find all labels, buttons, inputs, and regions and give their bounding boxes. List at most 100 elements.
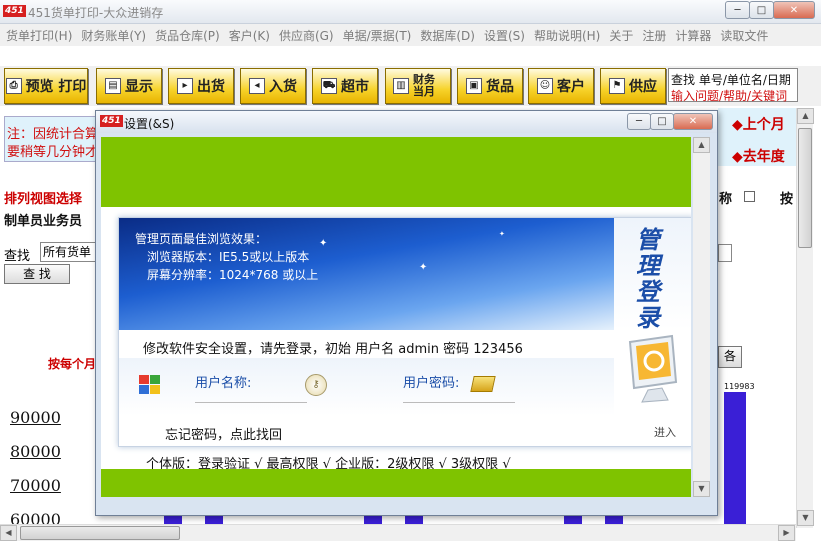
search-hint-help: 输入问题/帮助/关键词 (671, 89, 788, 103)
dialog-minimize-button[interactable]: ─ (627, 113, 651, 130)
menu-read-file[interactable]: 读取文件 (720, 27, 768, 44)
monthly-label: 按每个月 (48, 357, 97, 371)
minimize-button[interactable]: ─ (725, 1, 750, 19)
view-select-label: 排列视图选择 (4, 192, 83, 207)
press-label: 按 (780, 192, 794, 207)
menu-supplier[interactable]: 供应商(G) (279, 27, 334, 44)
name-checkbox[interactable] (744, 191, 755, 202)
scroll-down-icon[interactable]: ▼ (797, 510, 814, 526)
gift-box-icon: ▣ (466, 78, 482, 94)
username-label: 用户名称: (195, 376, 252, 391)
main-title-bar: 451 451货单打印-大众进销存 ─ □ ✕ (0, 0, 821, 24)
supplier-button[interactable]: ⚑ 供应 (600, 68, 666, 104)
dialog-close-button[interactable]: ✕ (673, 113, 713, 130)
star-icon: ✦ (319, 238, 328, 249)
scroll-thumb[interactable] (798, 128, 812, 248)
dialog-maximize-button[interactable]: □ (650, 113, 674, 130)
search-label: 查找 (4, 249, 31, 264)
password-label: 用户密码: (403, 376, 460, 391)
y-tick-label: 70000 (10, 476, 61, 495)
scroll-up-icon[interactable]: ▲ (693, 137, 710, 153)
scroll-up-icon[interactable]: ▲ (797, 108, 814, 124)
main-vertical-scrollbar[interactable]: ▲ ▼ (796, 108, 814, 528)
enter-area: 进入 (614, 330, 691, 446)
menu-calculator[interactable]: 计算器 (675, 27, 711, 44)
preview-print-button[interactable]: ⎙ 预览 打印 (4, 68, 88, 104)
menu-database[interactable]: 数据库(D) (420, 27, 475, 44)
password-input[interactable] (403, 402, 515, 403)
login-panel: ✦ ✦ ✦ 管理页面最佳浏览效果： 浏览器版本：IE5.5或以上版本 屏幕分辨率… (118, 217, 691, 447)
last-year-link[interactable]: ◆去年度 (732, 146, 785, 166)
menu-customer[interactable]: 客户(K) (229, 27, 270, 44)
side-input[interactable] (718, 244, 732, 262)
banner-browser: 浏览器版本：IE5.5或以上版本 (147, 250, 310, 264)
maximize-button[interactable]: □ (749, 1, 774, 19)
dialog-logo: 451 (100, 115, 123, 127)
search-button[interactable]: 查 找 (4, 264, 70, 284)
document-in-icon: ◂ (249, 78, 265, 94)
forgot-password-link[interactable]: 忘记密码，点此找回 (165, 424, 282, 443)
period-links: ◆上个月 ◆去年度 (718, 108, 800, 166)
menu-finance[interactable]: 财务账单(Y) (81, 27, 146, 44)
document-out-icon: ▸ (177, 78, 193, 94)
scroll-thumb[interactable] (20, 526, 180, 540)
dialog-vertical-scrollbar[interactable]: ▲ ▼ (693, 137, 710, 497)
y-tick-label: 90000 (10, 408, 61, 427)
banner-resolution: 屏幕分辨率：1024*768 或以上 (147, 268, 319, 282)
login-fields: 用户名称: ⚷ 用户密码: (119, 358, 614, 416)
chart-bar (724, 392, 746, 524)
dialog-content: ✦ ✦ ✦ 管理页面最佳浏览效果： 浏览器版本：IE5.5或以上版本 屏幕分辨率… (101, 137, 691, 497)
monitor-icon (628, 334, 678, 403)
settings-dialog: 451 设置(&S) ─ □ ✕ ✦ ✦ ✦ 管理页面最佳浏览效果： 浏览器版本… (95, 110, 718, 516)
scroll-down-icon[interactable]: ▼ (693, 481, 710, 497)
people-icon: ☺ (537, 78, 553, 94)
cart-icon: ⛟ (321, 78, 337, 94)
window-controls: ─ □ ✕ (725, 1, 815, 19)
app-logo: 451 (3, 5, 26, 17)
app-windows-icon (139, 375, 160, 394)
scroll-left-icon[interactable]: ◀ (0, 525, 17, 541)
main-horizontal-scrollbar[interactable]: ◀ ▶ (0, 524, 796, 541)
close-button[interactable]: ✕ (773, 1, 815, 19)
side-button[interactable]: 各 (718, 346, 742, 368)
bar-value-label: 119983 (724, 382, 755, 391)
finance-month-button[interactable]: ▥ 财务当月 (385, 68, 451, 104)
notice-panel: 注：因统计合算 要稍等几分钟才 (4, 116, 99, 162)
search-hint-order: 查找 单号/单位名/日期 (671, 73, 791, 87)
name-label: 称 (719, 192, 733, 207)
quick-search-box[interactable]: 查找 单号/单位名/日期 输入问题/帮助/关键词 (668, 68, 798, 103)
green-header-band (101, 137, 691, 207)
enter-button[interactable]: 进入 (654, 424, 676, 440)
menu-bills[interactable]: 单据/票据(T) (343, 27, 412, 44)
dialog-title-bar: 451 设置(&S) ─ □ ✕ (96, 111, 717, 133)
supermarket-button[interactable]: ⛟ 超市 (312, 68, 378, 104)
customer-button[interactable]: ☺ 客户 (528, 68, 594, 104)
menu-warehouse[interactable]: 货品仓库(P) (155, 27, 220, 44)
menu-print[interactable]: 货单打印(H) (6, 27, 72, 44)
menu-settings[interactable]: 设置(S) (484, 27, 525, 44)
scroll-right-icon[interactable]: ▶ (778, 525, 795, 541)
notice-line-1: 注：因统计合算 (7, 127, 99, 142)
manage-login-title: 管 理 登 录 (614, 218, 691, 332)
dialog-title: 设置(&S) (124, 117, 175, 131)
banner-title: 管理页面最佳浏览效果： (135, 232, 268, 246)
password-icon (470, 376, 496, 392)
order-filter-select[interactable]: 所有货单 (40, 242, 96, 262)
operator-label: 制单员业务员 (4, 214, 83, 229)
menu-register[interactable]: 注册 (642, 27, 666, 44)
goods-button[interactable]: ▣ 货品 (457, 68, 523, 104)
display-button[interactable]: ▤ 显示 (96, 68, 162, 104)
username-input[interactable] (195, 402, 307, 403)
supplier-icon: ⚑ (609, 78, 625, 94)
ship-out-button[interactable]: ▸ 出货 (168, 68, 234, 104)
menu-about[interactable]: 关于 (609, 27, 633, 44)
display-icon: ▤ (105, 78, 121, 94)
ship-in-button[interactable]: ◂ 入货 (240, 68, 306, 104)
green-footer-band (101, 469, 691, 497)
menu-help[interactable]: 帮助说明(H) (534, 27, 600, 44)
dialog-window-controls: ─ □ ✕ (627, 113, 713, 130)
notice-line-2: 要稍等几分钟才 (7, 145, 99, 160)
star-icon: ✦ (499, 230, 505, 238)
menu-bar: 货单打印(H) 财务账单(Y) 货品仓库(P) 客户(K) 供应商(G) 单据/… (0, 24, 821, 46)
prev-month-link[interactable]: ◆上个月 (732, 114, 785, 134)
